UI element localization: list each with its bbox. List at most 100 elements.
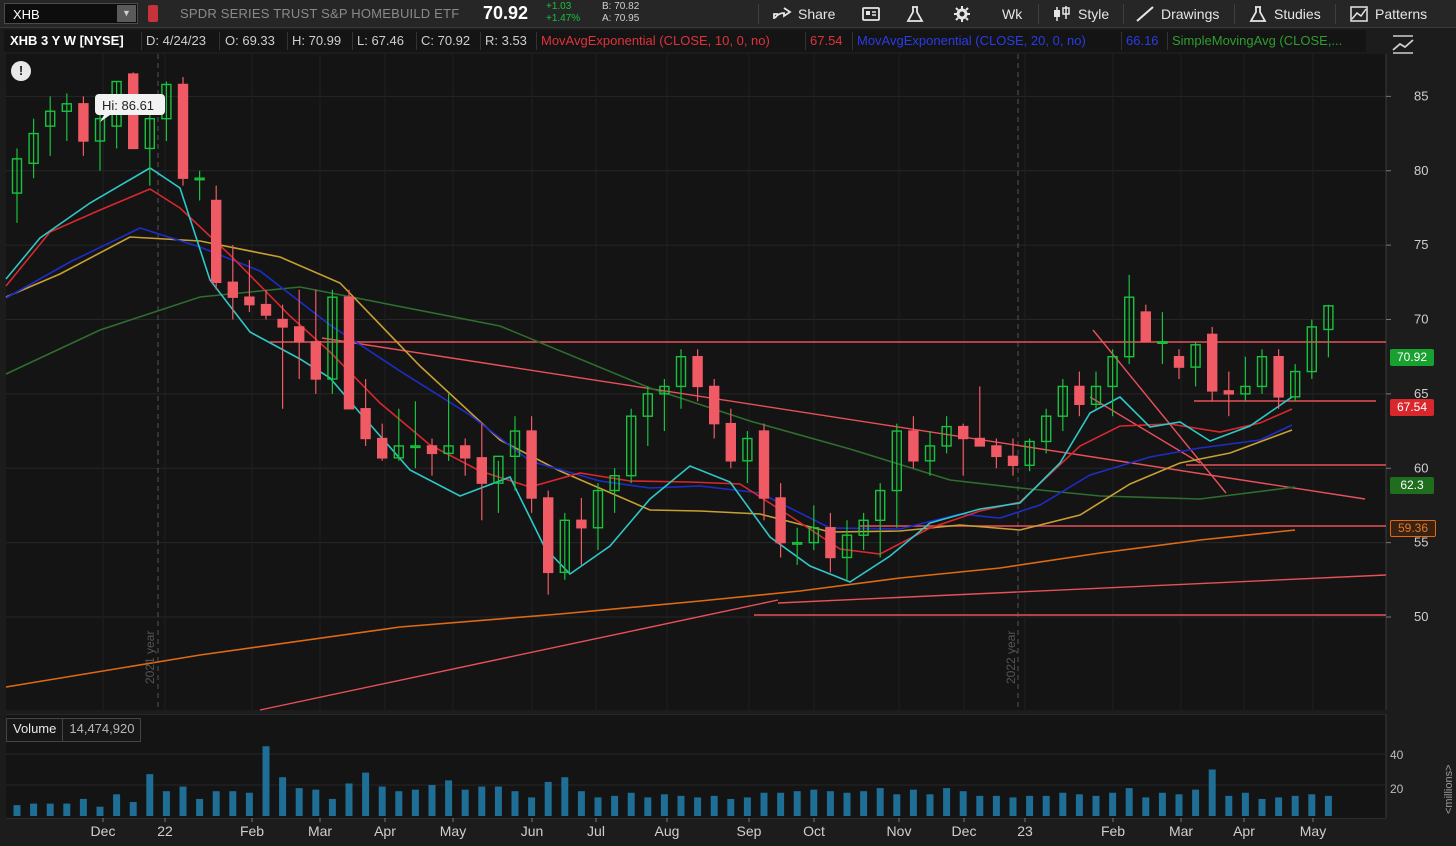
- volume-bar: [710, 795, 718, 816]
- legend-divider: [536, 32, 537, 50]
- symbol-input-value[interactable]: XHB: [13, 7, 40, 22]
- candle-down: [1273, 355, 1284, 398]
- volume-bar: [976, 795, 984, 816]
- patterns-label: Patterns: [1375, 5, 1428, 22]
- chevron-down-icon[interactable]: ▼: [117, 5, 136, 22]
- time-tick-label: Nov: [887, 823, 912, 839]
- volume-bar: [395, 791, 403, 816]
- legend-divider: [1167, 32, 1168, 50]
- volume-tick-20: 20: [1390, 782, 1404, 796]
- volume-bar: [262, 746, 270, 816]
- volume-bar: [511, 791, 519, 816]
- volume-bar: [1075, 794, 1083, 816]
- volume-bar: [229, 791, 237, 816]
- price-tick-label: 50: [1414, 609, 1428, 624]
- time-tick-label: Mar: [308, 823, 332, 839]
- symbol-selector[interactable]: XHB ▼: [4, 3, 138, 24]
- percent-change: +1.47%: [546, 13, 581, 24]
- volume-bar: [943, 788, 951, 816]
- legend-close: C: 70.92: [421, 33, 471, 48]
- year-marker-2022: 2022 year: [1004, 631, 1018, 684]
- volume-bar: [494, 786, 502, 816]
- price-tick-label: 85: [1414, 88, 1428, 103]
- patterns-icon: [1350, 5, 1368, 22]
- volume-bar: [627, 792, 635, 816]
- chart-title[interactable]: XHB 3 Y W [NYSE]: [10, 33, 124, 48]
- volume-bar: [63, 803, 71, 816]
- volume-bar: [1009, 797, 1017, 816]
- volume-bar: [279, 777, 287, 816]
- volume-bar: [312, 789, 320, 816]
- volume-bar: [760, 792, 768, 816]
- volume-bar: [378, 786, 386, 816]
- candle-down: [1173, 355, 1185, 368]
- volume-title[interactable]: Volume: [7, 719, 64, 741]
- volume-bar: [129, 802, 137, 816]
- share-button[interactable]: Share: [772, 0, 835, 27]
- volume-bar: [1109, 792, 1117, 816]
- volume-bar: [212, 791, 220, 816]
- time-tick-label: Sep: [737, 823, 762, 839]
- volume-bar: [96, 806, 104, 816]
- study-ema10-name[interactable]: MovAvgExponential (CLOSE, 10, 0, no): [541, 33, 770, 48]
- settings-button[interactable]: [952, 0, 972, 27]
- volume-bar: [113, 794, 121, 816]
- study-ema20-name[interactable]: MovAvgExponential (CLOSE, 20, 0, no): [857, 33, 1086, 48]
- volume-bar: [162, 791, 170, 816]
- aggregation-button[interactable]: Wk: [1002, 0, 1022, 27]
- patterns-button[interactable]: Patterns: [1349, 0, 1427, 27]
- candle-down: [476, 457, 487, 484]
- volume-value: 14,474,920: [69, 721, 135, 736]
- candle-down: [244, 296, 255, 306]
- last-price: 70.92: [483, 3, 529, 23]
- candle-down: [460, 445, 471, 459]
- candle-down: [377, 437, 388, 459]
- time-tick-label: Apr: [1233, 823, 1255, 839]
- legend-range: R: 3.53: [485, 33, 527, 48]
- snapshot-button[interactable]: [861, 0, 881, 27]
- volume-bar: [79, 798, 87, 816]
- time-axis[interactable]: Dec 22 Feb Mar Apr May Jun Jul Aug Sep Oct Nov Dec 23…: [0, 818, 1456, 846]
- time-tick-label: May: [440, 823, 466, 839]
- price-tick-label: 60: [1414, 460, 1428, 475]
- red-flag-icon[interactable]: [148, 5, 158, 22]
- time-tick-label: Mar: [1169, 823, 1193, 839]
- volume-bar: [1092, 795, 1100, 816]
- volume-bar: [1208, 769, 1216, 816]
- volume-bar: [478, 786, 486, 816]
- share-icon: [773, 6, 792, 19]
- volume-bar: [743, 797, 751, 816]
- volume-bar: [146, 774, 154, 816]
- candle-down: [227, 281, 239, 298]
- style-button[interactable]: Style: [1052, 0, 1109, 27]
- flask-button[interactable]: [905, 0, 925, 27]
- time-tick-label: Aug: [655, 823, 680, 839]
- legend-divider: [852, 32, 853, 50]
- candle-down: [1206, 333, 1218, 392]
- volume-chart[interactable]: 40 20 <millions>: [0, 714, 1456, 818]
- expand-panel-icon[interactable]: [1388, 28, 1418, 56]
- price-chart[interactable]: 505560657075808590 Hi: 86.61 2021 year 2…: [0, 54, 1456, 712]
- volume-bar: [1241, 792, 1249, 816]
- volume-bar: [810, 789, 818, 816]
- high-annotation-label: Hi: 86.61: [102, 98, 154, 113]
- drawings-button[interactable]: Drawings: [1135, 0, 1219, 27]
- alert-info-icon[interactable]: !: [11, 61, 31, 81]
- candle-down: [426, 445, 438, 455]
- candle-down: [825, 527, 836, 559]
- volume-bar: [777, 792, 785, 816]
- volume-bar: [461, 789, 469, 816]
- time-tick-label: Feb: [1101, 823, 1125, 839]
- volume-bar: [860, 791, 868, 816]
- gear-icon: [954, 5, 970, 22]
- time-tick-label: Oct: [803, 823, 825, 839]
- toolbar-divider: [1335, 4, 1336, 24]
- studies-button[interactable]: Studies: [1248, 0, 1321, 27]
- volume-bar: [295, 788, 303, 816]
- study-sma-name[interactable]: SimpleMovingAvg (CLOSE,...: [1172, 33, 1342, 48]
- volume-bar: [196, 798, 204, 816]
- candle-down: [1007, 455, 1019, 466]
- ask-price: A: 70.95: [602, 13, 640, 24]
- candle-down: [709, 385, 720, 425]
- legend-divider: [416, 32, 417, 50]
